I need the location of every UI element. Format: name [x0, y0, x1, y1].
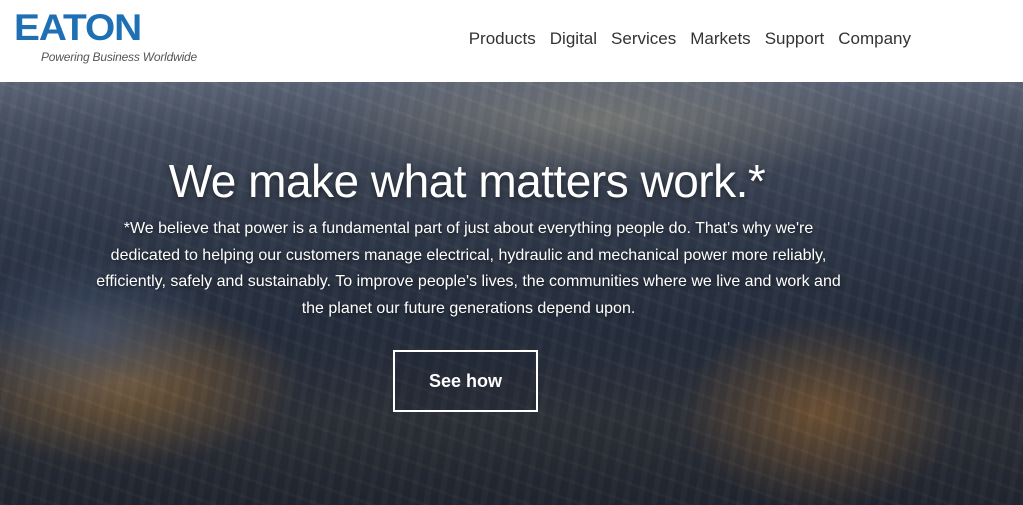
main-nav: Products Digital Services Markets Suppor…	[462, 29, 918, 49]
hero-title: We make what matters work.*	[168, 155, 766, 207]
hero-banner: We make what matters work.* *We believe …	[0, 82, 1023, 505]
hero-description: *We believe that power is a fundamental …	[96, 220, 841, 317]
logo-tagline: Powering Business Worldwide	[41, 50, 198, 64]
eaton-logo[interactable]: EATON Powering Business Worldwide	[14, 7, 197, 65]
nav-item-company[interactable]: Company	[831, 29, 918, 49]
logo-wordmark: EATON	[14, 7, 142, 48]
see-how-button[interactable]: See how	[393, 350, 538, 412]
site-header: EATON Powering Business Worldwide Produc…	[0, 0, 1023, 82]
nav-item-products[interactable]: Products	[462, 29, 543, 49]
nav-item-support[interactable]: Support	[758, 29, 832, 49]
nav-item-digital[interactable]: Digital	[543, 29, 604, 49]
nav-item-markets[interactable]: Markets	[683, 29, 757, 49]
nav-item-services[interactable]: Services	[604, 29, 683, 49]
